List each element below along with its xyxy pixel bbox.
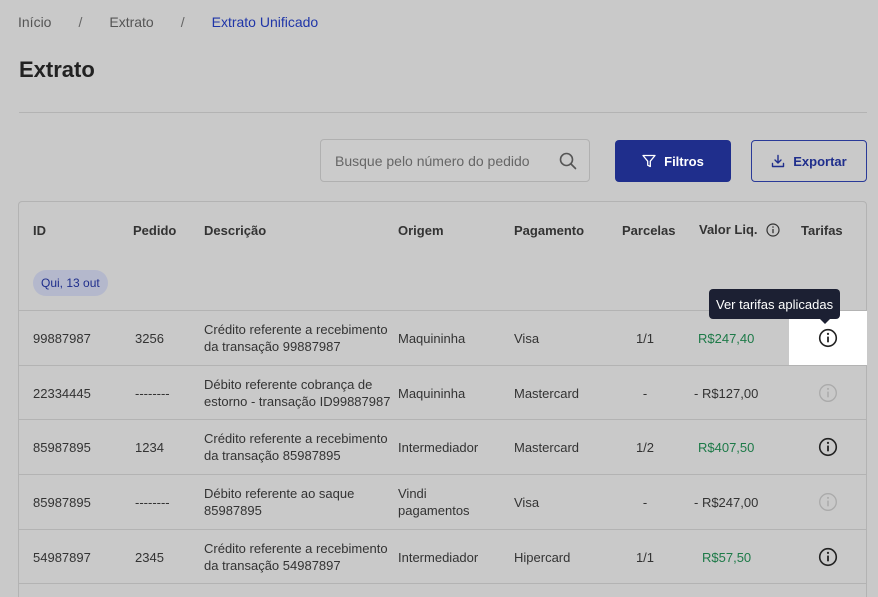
descricao-line-2: 85987895 xyxy=(204,503,262,518)
date-group-chip: Qui, 13 out xyxy=(33,270,108,296)
cell-id: 54987897 xyxy=(33,549,91,565)
header-descricao: Descrição xyxy=(204,223,267,238)
cell-valor: R$407,50 xyxy=(698,439,755,455)
cell-pedido: 1234 xyxy=(135,439,164,455)
cell-parcelas: 1/1 xyxy=(635,330,655,346)
cell-parcelas: - xyxy=(642,494,648,510)
cell-parcelas: 1/2 xyxy=(635,439,655,455)
descricao-line-2: da transação 85987895 xyxy=(204,448,341,463)
export-button[interactable]: Exportar xyxy=(751,140,867,182)
cell-pedido: 2345 xyxy=(135,549,164,565)
cell-origem: Vindi pagamentos xyxy=(398,475,470,529)
cell-pagamento: Mastercard xyxy=(514,385,580,401)
cell-valor: - R$127,00 xyxy=(694,385,759,401)
cell-valor: - R$247,00 xyxy=(694,494,759,510)
cell-pedido: 3256 xyxy=(135,330,164,346)
divider xyxy=(19,112,867,113)
cell-origem: Maquininha xyxy=(398,385,466,401)
header-tarifas: Tarifas xyxy=(801,223,843,238)
search-box[interactable] xyxy=(320,139,590,182)
cell-descricao: Crédito referente a recebimento da trans… xyxy=(204,311,388,365)
info-icon[interactable] xyxy=(818,547,838,567)
cell-pagamento: Visa xyxy=(514,330,540,346)
descricao-line-1: Crédito referente a recebimento xyxy=(204,322,388,337)
table-header: ID Pedido Descrição Origem Pagamento Par… xyxy=(19,202,866,258)
cell-descricao: Débito referente cobrança de estorno - t… xyxy=(204,366,390,420)
cell-descricao: Crédito referente a recebimento da trans… xyxy=(204,420,388,474)
descricao-line-1: Débito referente ao saque xyxy=(204,486,355,501)
cell-valor: R$247,40 xyxy=(698,330,755,346)
info-icon[interactable] xyxy=(818,437,838,457)
tarifa-cell xyxy=(789,366,867,420)
breadcrumb-separator: / xyxy=(78,14,83,30)
table-row: 85987895 1234 Crédito referente a recebi… xyxy=(19,419,866,473)
export-label: Exportar xyxy=(793,153,847,169)
cell-descricao: Crédito referente a recebimento da trans… xyxy=(204,530,388,584)
cell-descricao: Débito referente ao saque 85987895 xyxy=(204,475,354,529)
cell-parcelas: 1/1 xyxy=(635,549,655,565)
cell-origem: Maquininha xyxy=(398,330,466,346)
header-id: ID xyxy=(33,223,46,238)
info-icon[interactable] xyxy=(818,328,838,348)
tarifa-cell xyxy=(789,530,867,584)
info-icon xyxy=(818,492,838,512)
search-icon[interactable] xyxy=(559,152,577,170)
search-input[interactable] xyxy=(335,152,559,169)
cell-origem: Intermediador xyxy=(398,439,479,455)
table-row: 85987895 -------- Débito referente ao sa… xyxy=(19,474,866,528)
cell-pagamento: Visa xyxy=(514,494,540,510)
cell-origem: Intermediador xyxy=(398,549,479,565)
descricao-line-1: Crédito referente a recebimento xyxy=(204,541,388,556)
descricao-line-2: da transação 99887987 xyxy=(204,339,341,354)
header-pagamento: Pagamento xyxy=(514,223,585,238)
header-valor: Valor Liq. xyxy=(699,222,780,237)
cell-parcelas: - xyxy=(642,385,648,401)
header-valor-label: Valor Liq. xyxy=(699,222,758,237)
cell-pagamento: Hipercard xyxy=(514,549,571,565)
tarifa-cell xyxy=(789,475,867,529)
cell-id: 85987895 xyxy=(33,494,91,510)
cell-id: 99887987 xyxy=(33,330,91,346)
cell-pedido: -------- xyxy=(135,494,170,510)
statement-table: ID Pedido Descrição Origem Pagamento Par… xyxy=(18,201,867,597)
breadcrumb-separator: / xyxy=(180,14,185,30)
download-icon xyxy=(771,154,785,168)
table-row: 22334445 -------- Débito referente cobra… xyxy=(19,365,866,419)
info-icon xyxy=(818,383,838,403)
cell-pagamento: Mastercard xyxy=(514,439,580,455)
table-row xyxy=(19,583,866,597)
breadcrumb-home[interactable]: Início xyxy=(18,14,51,30)
cell-pedido: -------- xyxy=(135,385,170,401)
descricao-line-2: estorno - transação ID99887987 xyxy=(204,394,391,409)
filter-label: Filtros xyxy=(664,153,704,169)
breadcrumb: Início / Extrato / Extrato Unificado xyxy=(18,14,318,30)
cell-id: 22334445 xyxy=(33,385,91,401)
header-origem: Origem xyxy=(398,223,444,238)
header-parcelas: Parcelas xyxy=(622,223,676,238)
table-row: 54987897 2345 Crédito referente a recebi… xyxy=(19,529,866,583)
cell-valor: R$57,50 xyxy=(702,549,752,565)
info-icon[interactable] xyxy=(765,222,780,237)
tarifas-tooltip: Ver tarifas aplicadas xyxy=(709,289,841,324)
descricao-line-2: da transação 54987897 xyxy=(204,558,341,573)
breadcrumb-extrato[interactable]: Extrato xyxy=(109,14,153,30)
filter-icon xyxy=(642,154,656,168)
breadcrumb-current: Extrato Unificado xyxy=(211,14,319,30)
tarifa-cell xyxy=(789,420,867,474)
origem-line-2: pagamentos xyxy=(398,503,470,518)
cell-id: 85987895 xyxy=(33,439,91,455)
origem-line-1: Vindi xyxy=(398,486,427,501)
descricao-line-1: Crédito referente a recebimento xyxy=(204,431,388,446)
header-pedido: Pedido xyxy=(133,223,177,238)
page-title: Extrato xyxy=(19,57,95,82)
filter-button[interactable]: Filtros xyxy=(615,140,731,182)
descricao-line-1: Débito referente cobrança de xyxy=(204,377,373,392)
